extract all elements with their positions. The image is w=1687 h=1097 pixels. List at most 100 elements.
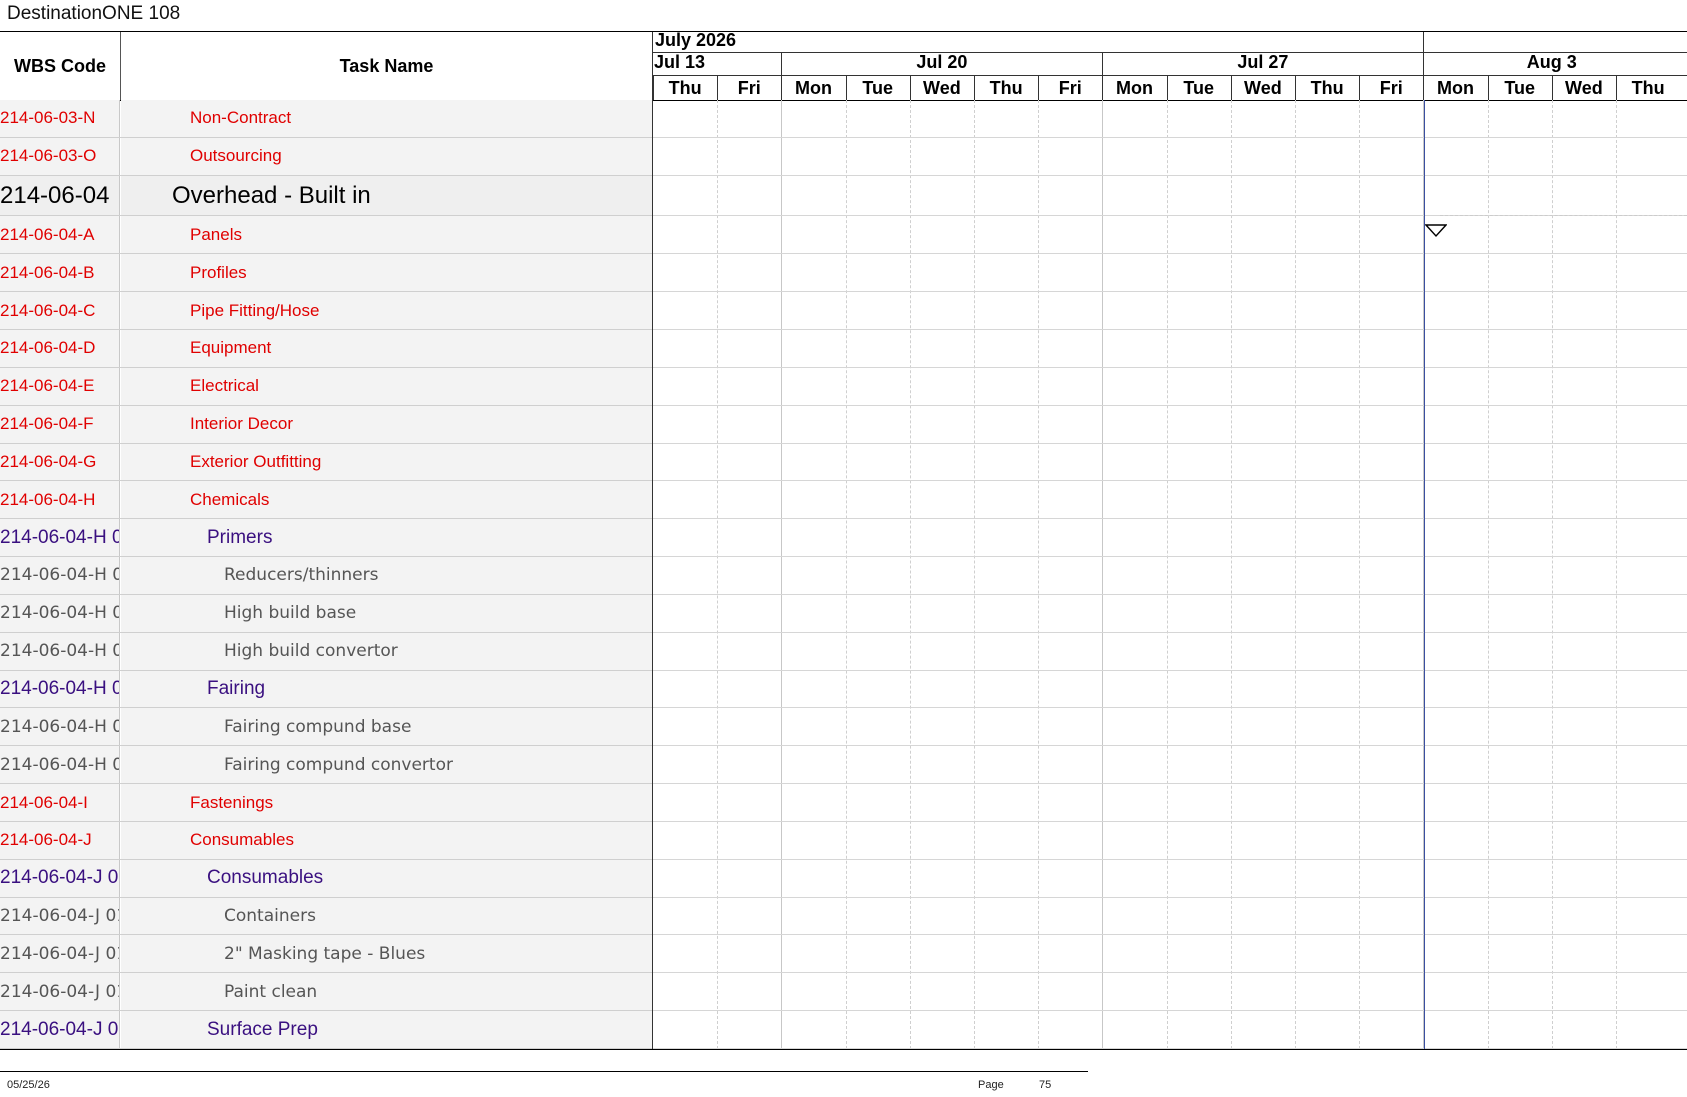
task-name-cell: Fairing: [121, 670, 652, 708]
task-row[interactable]: 214-06-04-E Electrical: [0, 367, 652, 406]
timeline-row: [653, 595, 1687, 633]
timeline-day-label: Wed: [923, 77, 961, 98]
wbs-code-cell: 214-06-03-O: [0, 137, 120, 175]
summary-bar-dashed: [1440, 215, 1687, 216]
footer-divider: [0, 1071, 1088, 1072]
wbs-code-cell: 214-06-04-J 01: [0, 973, 120, 1011]
timeline-month-label: July 2026: [655, 30, 737, 50]
timeline-day-divider: [653, 75, 654, 100]
wbs-code-cell: 214-06-04-J 01: [0, 897, 120, 935]
task-name-cell: High build base: [121, 594, 652, 632]
column-header-wbs[interactable]: WBS Code: [0, 32, 121, 100]
task-row[interactable]: 214-06-04-H 01High build convertor: [0, 632, 652, 671]
timeline-day-label: Tue: [1504, 77, 1536, 98]
timeline-row: [653, 746, 1687, 785]
wbs-code-cell: 214-06-04-H 01: [0, 594, 120, 632]
timeline-day-label: Mon: [1115, 77, 1153, 98]
task-name-cell: Fastenings: [121, 784, 652, 821]
timeline-day-divider: [1230, 75, 1232, 100]
timeline-row: [653, 519, 1687, 558]
task-name-cell: Consumables: [121, 821, 652, 859]
wbs-code-cell: 214-06-04-H 02: [0, 708, 120, 746]
wbs-code-cell: 214-06-04: [0, 175, 120, 216]
task-row[interactable]: 214-06-04-H 0 Primers: [0, 519, 652, 558]
wbs-code-cell: 214-06-03-N: [0, 100, 120, 137]
task-row[interactable]: 214-06-04-H Chemicals: [0, 481, 652, 520]
timeline-row: [653, 860, 1687, 898]
timeline-day-divider: [1102, 75, 1104, 100]
timeline-row: [653, 254, 1687, 293]
task-row[interactable]: 214-06-03-N Non-Contract: [0, 100, 652, 138]
timeline-week-rule: [653, 75, 1687, 76]
wbs-code-cell: 214-06-04-H 0: [0, 670, 120, 708]
timeline-row: [653, 406, 1687, 444]
timeline-week-label: Jul 13: [654, 52, 706, 72]
timeline-day-label: Thu: [1631, 77, 1665, 98]
timeline-week-label: Aug 3: [1526, 52, 1577, 72]
task-row[interactable]: 214-06-04-C Pipe Fitting/Hose: [0, 292, 652, 330]
task-row[interactable]: 214-06-04-J 01 Paint clean: [0, 973, 652, 1012]
timeline-day-divider: [1166, 75, 1168, 100]
task-name-cell: High build convertor: [121, 632, 652, 670]
timeline-day-label: Fri: [1379, 77, 1403, 98]
timeline-row: [653, 138, 1687, 176]
timeline-day-divider: [1295, 75, 1296, 100]
wbs-code-cell: 214-06-04-H: [0, 481, 120, 519]
task-row[interactable]: 214-06-04-J Consumables: [0, 821, 652, 860]
task-row[interactable]: 214-06-04-I Fastenings: [0, 784, 652, 822]
task-name-cell: Surface Prep: [121, 1011, 652, 1048]
task-row[interactable]: 214-06-04-H 01High build base: [0, 594, 652, 633]
task-row[interactable]: 214-06-04-H 01Reducers/thinners: [0, 557, 652, 595]
summary-start-marker-icon: [1425, 224, 1447, 238]
timeline-row: [653, 1011, 1687, 1049]
wbs-code-cell: 214-06-04-J 01: [0, 935, 120, 973]
timeline-row: [653, 935, 1687, 974]
task-name-cell: Fairing compund base: [121, 708, 652, 746]
wbs-code-cell: 214-06-04-I: [0, 784, 120, 821]
task-name-cell: Pipe Fitting/Hose: [121, 292, 652, 329]
task-row[interactable]: 214-06-04-D Equipment: [0, 330, 652, 368]
task-name-cell: Outsourcing: [121, 137, 652, 175]
timeline-row: [653, 784, 1687, 822]
wbs-code-cell: 214-06-04-J 0: [0, 859, 120, 897]
timeline-day-divider: [717, 75, 719, 100]
task-row[interactable]: 214-06-04-J 0 Consumables: [0, 859, 652, 898]
timeline-row: [653, 557, 1687, 595]
wbs-code-cell: 214-06-04-E: [0, 367, 120, 405]
task-row[interactable]: 214-06-04-F Interior Decor: [0, 405, 652, 444]
timeline-row: [653, 330, 1687, 368]
timeline-row: [653, 481, 1687, 520]
timeline-day-divider: [1551, 75, 1553, 100]
task-row[interactable]: 214-06-04-G Exterior Outfitting: [0, 443, 652, 482]
timeline-day-label: Fri: [737, 77, 761, 98]
task-row[interactable]: 214-06-04-H 02Fairing compund convertor: [0, 746, 652, 785]
wbs-code-cell: 214-06-04-A: [0, 216, 120, 254]
task-row[interactable]: 214-06-04 Overhead - Built in: [0, 175, 652, 217]
timeline-day-divider: [1616, 75, 1617, 100]
footer-page-label: Page: [978, 1079, 1004, 1091]
timeline-row: [653, 176, 1687, 217]
timeline-week-divider: [1423, 52, 1425, 75]
wbs-code-cell: 214-06-04-F: [0, 405, 120, 443]
task-name-cell: Fairing compund convertor: [121, 746, 652, 784]
timeline-week-divider: [781, 52, 783, 75]
task-row[interactable]: 214-06-04-J 01 Containers: [0, 897, 652, 936]
timeline-day-label: Tue: [1183, 77, 1215, 98]
timeline-day-divider: [1038, 75, 1040, 100]
timeline-week-label: Jul 27: [1237, 52, 1289, 72]
task-row[interactable]: 214-06-04-H 02Fairing compund base: [0, 708, 652, 747]
task-row[interactable]: 214-06-04-J 01 2" Masking tape - Blues: [0, 935, 652, 974]
task-row[interactable]: 214-06-04-A Panels: [0, 216, 652, 255]
wbs-code-cell: 214-06-04-C: [0, 292, 120, 329]
timeline-day-divider: [1487, 75, 1489, 100]
wbs-code-cell: 214-06-04-H 01: [0, 557, 120, 594]
timeline-row: [653, 216, 1687, 255]
timeline-day-label: Thu: [989, 77, 1023, 98]
task-row[interactable]: 214-06-04-H 0 Fairing: [0, 670, 652, 709]
column-header-task-name[interactable]: Task Name: [121, 32, 653, 100]
task-name-cell: Containers: [121, 897, 652, 935]
task-row[interactable]: 214-06-04-J 0 Surface Prep: [0, 1011, 652, 1049]
task-name-cell: Exterior Outfitting: [121, 443, 652, 481]
task-row[interactable]: 214-06-04-B Profiles: [0, 254, 652, 293]
task-row[interactable]: 214-06-03-O Outsourcing: [0, 137, 652, 176]
